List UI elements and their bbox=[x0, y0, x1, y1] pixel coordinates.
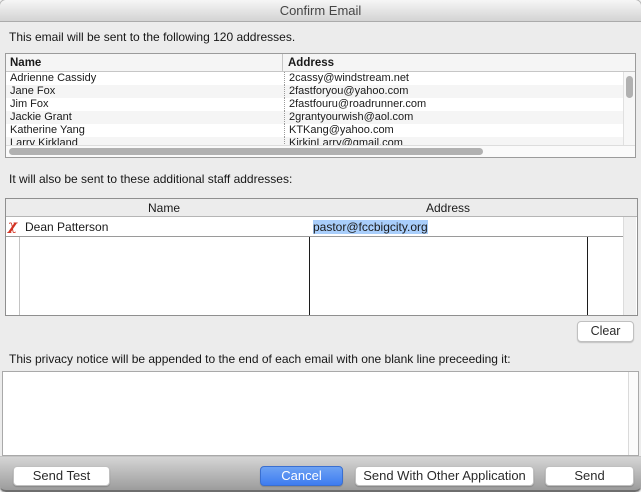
confirm-email-dialog: Confirm Email This email will be sent to… bbox=[0, 0, 641, 492]
dialog-titlebar[interactable]: Confirm Email bbox=[0, 0, 641, 22]
privacy-notice-input[interactable] bbox=[2, 371, 639, 456]
recipient-name-cell: Adrienne Cassidy bbox=[6, 72, 284, 85]
staff-header-address[interactable]: Address bbox=[309, 199, 587, 217]
recipient-name-cell: Katherine Yang bbox=[6, 124, 284, 137]
clear-button[interactable]: Clear bbox=[577, 321, 634, 342]
recipients-header-address[interactable]: Address bbox=[284, 54, 635, 72]
send-with-other-application-button[interactable]: Send With Other Application bbox=[355, 466, 534, 486]
horizontal-scroll-thumb[interactable] bbox=[9, 148, 483, 155]
send-button[interactable]: Send bbox=[545, 466, 634, 486]
delete-row-icon[interactable]: χ bbox=[6, 217, 19, 237]
recipient-address-cell: 2fastforyou@yahoo.com bbox=[284, 85, 625, 98]
staff-row[interactable]: χ Dean Patterson pastor@fccbigcity.org bbox=[6, 217, 623, 237]
staff-table-header: Name Address bbox=[6, 199, 637, 217]
dialog-footer: Send Test Cancel Send With Other Applica… bbox=[0, 456, 641, 492]
recipient-address-cell: 2fastfouru@roadrunner.com bbox=[284, 98, 625, 111]
recipient-row[interactable]: Katherine YangKTKang@yahoo.com bbox=[6, 124, 625, 137]
recipient-name-cell: Jim Fox bbox=[6, 98, 284, 111]
recipient-address-cell: KTKang@yahoo.com bbox=[284, 124, 625, 137]
recipients-count-label: This email will be sent to the following… bbox=[9, 30, 295, 44]
privacy-notice-label: This privacy notice will be appended to … bbox=[9, 352, 511, 366]
recipient-name-cell: Jackie Grant bbox=[6, 111, 284, 124]
recipients-horizontal-scrollbar[interactable] bbox=[6, 145, 635, 157]
recipients-header-name[interactable]: Name bbox=[6, 54, 283, 72]
recipient-row[interactable]: Jackie Grant2grantyourwish@aol.com bbox=[6, 111, 625, 124]
vertical-scroll-thumb[interactable] bbox=[626, 76, 633, 98]
selected-address-text: pastor@fccbigcity.org bbox=[313, 220, 428, 234]
recipient-row[interactable]: Adrienne Cassidy2cassy@windstream.net bbox=[6, 72, 625, 85]
cancel-button[interactable]: Cancel bbox=[260, 466, 343, 486]
recipient-row[interactable]: Jane Fox2fastforyou@yahoo.com bbox=[6, 85, 625, 98]
recipients-rows: Adrienne Cassidy2cassy@windstream.netJan… bbox=[6, 72, 625, 150]
recipient-row[interactable]: Jim Fox2fastfouru@roadrunner.com bbox=[6, 98, 625, 111]
staff-scrollbar-track[interactable] bbox=[623, 217, 636, 315]
recipient-address-cell: 2grantyourwish@aol.com bbox=[284, 111, 625, 124]
send-test-button[interactable]: Send Test bbox=[13, 466, 110, 486]
recipients-table-header: Name Address bbox=[6, 54, 635, 72]
staff-table: Name Address χ Dean Patterson pastor@fcc… bbox=[5, 198, 638, 316]
staff-address-cell[interactable]: pastor@fccbigcity.org bbox=[310, 217, 587, 237]
staff-header-name[interactable]: Name bbox=[19, 199, 309, 217]
staff-name-cell[interactable]: Dean Patterson bbox=[20, 217, 309, 237]
staff-addresses-label: It will also be sent to these additional… bbox=[9, 172, 292, 186]
recipients-vertical-scrollbar[interactable] bbox=[623, 72, 635, 146]
dialog-title: Confirm Email bbox=[280, 3, 362, 18]
recipients-table: Name Address Adrienne Cassidy2cassy@wind… bbox=[5, 53, 636, 158]
recipient-address-cell: 2cassy@windstream.net bbox=[284, 72, 625, 85]
recipient-name-cell: Jane Fox bbox=[6, 85, 284, 98]
